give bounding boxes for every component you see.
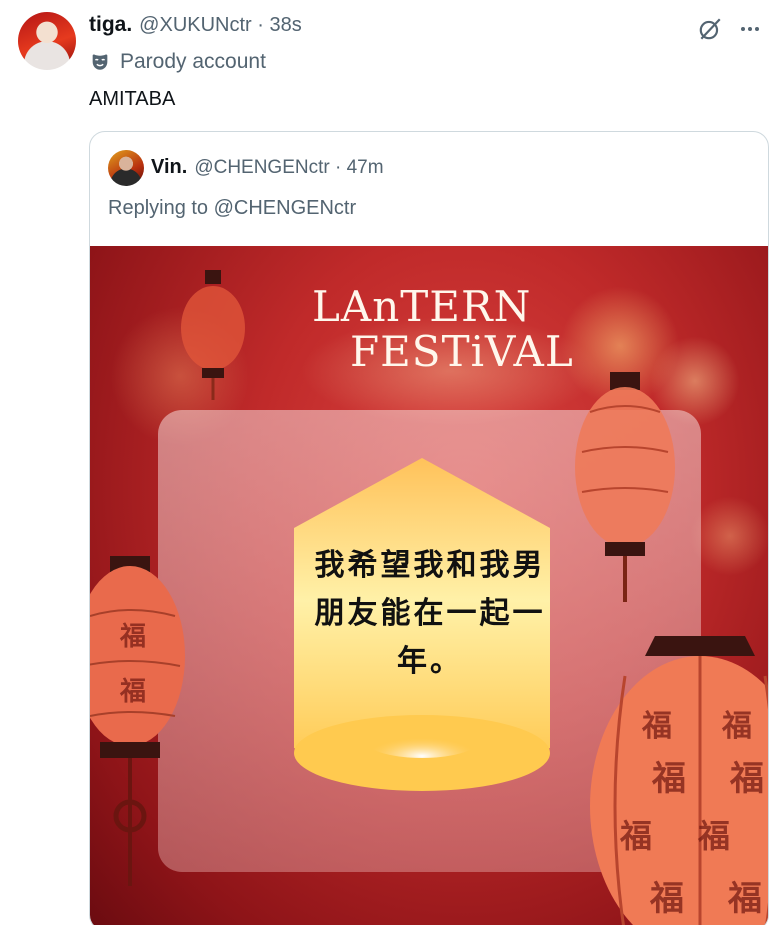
author-display-name[interactable]: tiga.	[89, 13, 132, 37]
tweet-header: tiga. @XUKUNctr · 38s	[89, 13, 302, 39]
lantern-bottom-left	[90, 556, 185, 886]
lantern-right-middle	[575, 372, 675, 602]
tweet-top-actions	[685, 14, 765, 44]
tweet[interactable]: tiga. @XUKUNctr · 38s Parody account AMI…	[0, 0, 783, 925]
quoted-author-display-name[interactable]: Vin.	[151, 156, 187, 179]
quoted-tweet-image[interactable]: LAnTERN FESTiVAL 我希望我和我男 朋友能在一起一 年。 福 福 …	[90, 246, 768, 925]
fu-character: 福	[120, 677, 147, 707]
festival-title-line1: LAnTERN	[312, 282, 532, 331]
fu-character: 福	[642, 709, 672, 744]
tweet-text: AMITABA	[89, 88, 176, 110]
wish-text: 我希望我和我男 朋友能在一起一 年。	[295, 542, 565, 686]
quoted-tweet[interactable]: Vin. @CHENGENctr · 47m Replying to @CHEN…	[89, 131, 769, 925]
quoted-author-avatar[interactable]	[108, 150, 144, 186]
more-icon	[741, 27, 759, 31]
wish-line-3: 年。	[397, 644, 463, 679]
grok-icon	[699, 18, 721, 40]
quoted-tweet-header: Vin. @CHENGENctr · 47m	[151, 156, 384, 179]
wish-line-1: 我希望我和我男	[314, 548, 546, 583]
festival-title-line2: FESTiVAL	[350, 327, 574, 376]
replying-to-label[interactable]: Replying to @CHENGENctr	[108, 197, 356, 220]
fu-character: 福	[652, 759, 686, 799]
author-handle-time[interactable]: @XUKUNctr · 38s	[139, 14, 302, 37]
fu-character: 福	[722, 709, 752, 744]
festival-title: LAnTERN FESTiVAL	[312, 282, 574, 376]
fu-character: 福	[650, 879, 684, 919]
parody-label: Parody account	[120, 50, 266, 73]
parody-badge: Parody account	[89, 49, 266, 75]
fu-character: 福	[698, 817, 731, 855]
wish-line-2: 朋友能在一起一	[314, 596, 546, 631]
fu-character: 福	[728, 879, 762, 919]
quoted-author-handle-time[interactable]: @CHENGENctr · 47m	[194, 157, 383, 179]
bokeh-light	[690, 496, 768, 576]
parody-mask-icon	[92, 54, 108, 70]
fu-character: 福	[120, 622, 147, 652]
author-avatar[interactable]	[18, 12, 76, 70]
fu-character: 福	[620, 817, 653, 855]
lantern-top-left	[181, 270, 245, 400]
grok-button[interactable]	[695, 14, 725, 44]
more-button[interactable]	[735, 14, 765, 44]
fu-character: 福	[730, 759, 764, 799]
